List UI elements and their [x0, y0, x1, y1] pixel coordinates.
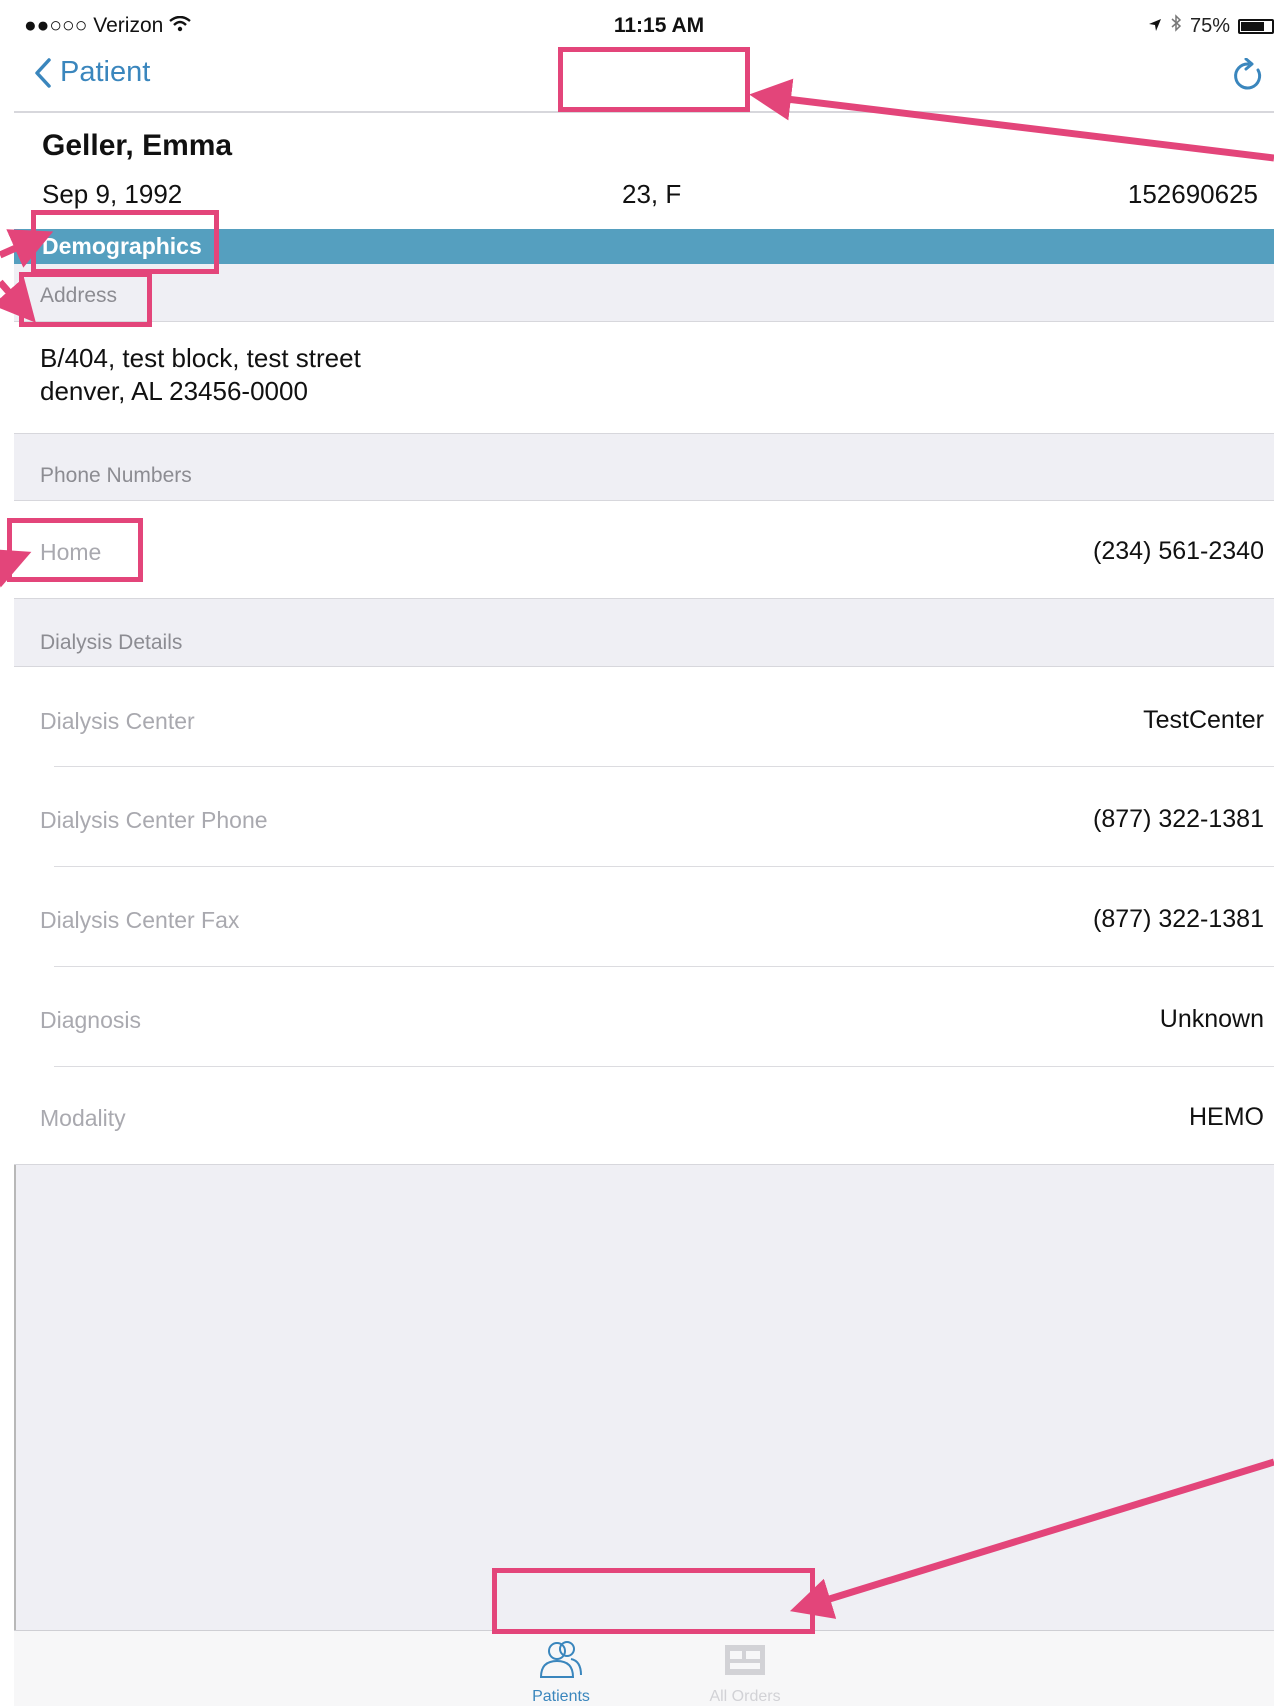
dialysis-header: Dialysis Details — [14, 599, 1274, 667]
list-item-dialysis-center-phone[interactable]: Dialysis Center Phone (877) 322-1381 — [14, 767, 1274, 867]
refresh-icon — [1234, 57, 1262, 90]
patient-dob: Sep 9, 1992 — [42, 179, 183, 209]
back-button[interactable]: Patient — [34, 56, 150, 89]
all-orders-icon — [725, 1645, 765, 1675]
patient-name: Geller, Emma — [42, 129, 233, 162]
status-right: 75% — [1148, 14, 1274, 38]
annotation-box-demographics — [31, 210, 219, 274]
phone-cell-home[interactable]: Home (234) 561-2340 — [14, 501, 1274, 599]
row-label: Diagnosis — [40, 1007, 141, 1033]
address-line-2: denver, AL 23456-0000 — [40, 376, 308, 406]
annotation-box-tab — [492, 1568, 815, 1634]
list-item-dialysis-center-fax: Dialysis Center Fax (877) 322-1381 — [14, 867, 1274, 967]
battery-level — [1241, 21, 1264, 31]
tab-bar: Patients All Orders — [14, 1630, 1274, 1706]
dialysis-header-label: Dialysis Details — [40, 631, 183, 654]
row-value: TestCenter — [1143, 706, 1264, 734]
list-item-modality: Modality HEMO — [14, 1067, 1274, 1165]
row-label: Modality — [40, 1105, 126, 1131]
dialysis-list: Dialysis Center TestCenter Dialysis Cent… — [14, 667, 1274, 1165]
row-label: Dialysis Center — [40, 708, 195, 734]
tab-label-patients: Patients — [532, 1688, 590, 1705]
address-line-1: B/404, test block, test street — [40, 343, 361, 373]
row-value: (877) 322-1381 — [1093, 905, 1264, 933]
chevron-left-icon — [35, 57, 51, 88]
address-text: B/404, test block, test street denver, A… — [40, 342, 361, 408]
patients-icon — [539, 1641, 582, 1678]
row-value: (877) 322-1381 — [1093, 805, 1264, 833]
row-label: Dialysis Center Phone — [40, 807, 268, 833]
tab-all-orders[interactable]: All Orders — [675, 1639, 815, 1706]
phone-value: (234) 561-2340 — [1093, 537, 1264, 565]
phone-header-label: Phone Numbers — [40, 464, 192, 487]
back-label: Patient — [60, 56, 151, 88]
row-value: Unknown — [1159, 1005, 1264, 1033]
phone-header: Phone Numbers — [14, 434, 1274, 501]
list-item-dialysis-center: Dialysis Center TestCenter — [14, 667, 1274, 767]
status-time: 11:15 AM — [613, 14, 705, 37]
location-icon — [1148, 15, 1162, 38]
battery-percent: 75% — [1189, 14, 1230, 37]
tab-patients[interactable]: Patients — [491, 1639, 631, 1706]
annotation-box-home — [7, 518, 143, 582]
tab-label-all-orders: All Orders — [709, 1688, 781, 1705]
patient-age-sex: 23, F — [622, 179, 682, 209]
list-item-diagnosis: Diagnosis Unknown — [14, 967, 1274, 1067]
bluetooth-icon — [1170, 14, 1182, 38]
battery-icon — [1238, 18, 1274, 34]
refresh-button[interactable] — [1230, 57, 1266, 99]
row-label: Dialysis Center Fax — [40, 907, 240, 933]
status-bar: ●●○○○ Verizon 11:15 AM 75% — [14, 6, 1274, 46]
row-value: HEMO — [1189, 1103, 1264, 1131]
annotation-box-title — [558, 47, 750, 112]
annotation-box-address — [19, 272, 152, 327]
address-cell: B/404, test block, test street denver, A… — [14, 322, 1274, 434]
patient-id: 152690625 — [1127, 179, 1258, 209]
